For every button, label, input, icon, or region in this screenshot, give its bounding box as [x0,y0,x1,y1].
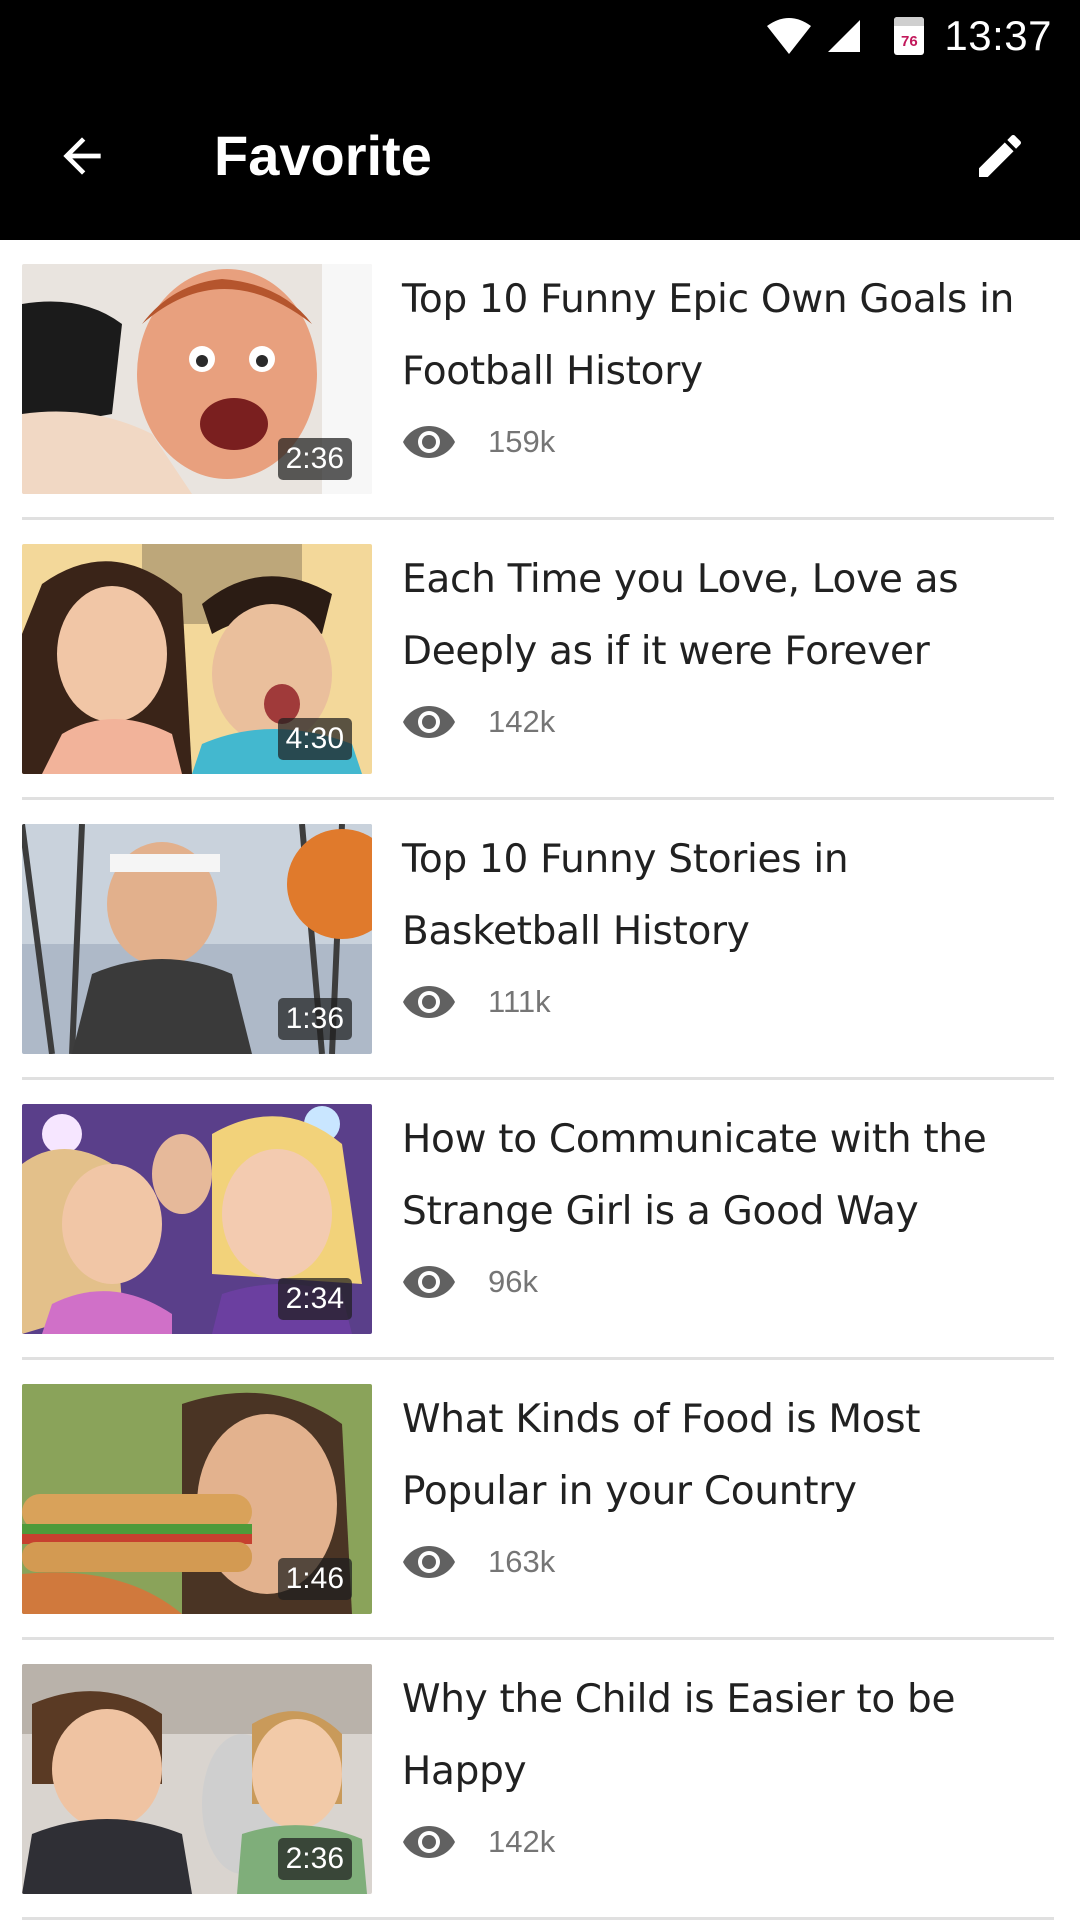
view-count: 96k [402,1262,538,1302]
views-count: 142k [488,704,556,739]
views-count: 111k [488,984,551,1019]
video-title[interactable]: Each Time you Love, Love as Deeply as if… [402,544,1054,688]
video-duration: 2:36 [277,1838,352,1880]
views-count: 159k [488,424,556,459]
video-title[interactable]: Top 10 Funny Epic Own Goals in Football … [402,264,1054,408]
calendar-day: 76 [901,33,918,50]
video-thumbnail[interactable]: 2:34 [22,1104,372,1334]
view-count: 111k [402,982,551,1022]
calendar-icon: 76 [894,17,925,55]
video-title[interactable]: Top 10 Funny Stories in Basketball Histo… [402,824,1054,968]
video-thumbnail[interactable]: 2:36 [22,264,372,494]
eye-icon [403,426,455,458]
video-title[interactable]: What Kinds of Food is Most Popular in yo… [402,1384,1054,1528]
views-count: 96k [488,1264,538,1299]
video-thumbnail[interactable]: 2:36 [22,1664,372,1894]
video-list-item[interactable]: 2:34 How to Communicate with the Strange… [22,1080,1054,1360]
eye-icon [403,1826,455,1858]
edit-button[interactable] [968,124,1032,188]
video-duration: 4:30 [277,718,352,760]
pencil-icon [979,134,1022,177]
video-thumbnail[interactable]: 4:30 [22,544,372,774]
video-thumbnail[interactable]: 1:36 [22,824,372,1054]
view-count: 142k [402,1822,555,1862]
status-icons: 76 13:37 [766,0,1052,72]
view-count: 163k [402,1542,555,1582]
views-count: 163k [488,1544,556,1579]
video-list-item[interactable]: 1:46 What Kinds of Food is Most Popular … [22,1360,1054,1640]
page-title: Favorite [214,124,432,187]
eye-icon [403,1546,455,1578]
video-list-item[interactable]: 1:36 Top 10 Funny Stories in Basketball … [22,800,1054,1080]
wifi-icon [767,18,812,54]
back-button[interactable] [50,124,114,188]
video-title[interactable]: Why the Child is Easier to be Happy [402,1664,1054,1808]
views-count: 142k [488,1824,556,1859]
video-list-item[interactable]: 4:30 Each Time you Love, Love as Deeply … [22,520,1054,800]
video-thumbnail[interactable]: 1:46 [22,1384,372,1614]
favorite-video-list[interactable]: 2:36 Top 10 Funny Epic Own Goals in Foot… [0,240,1080,1920]
video-list-item[interactable]: 2:36 Why the Child is Easier to be Happy… [22,1640,1054,1920]
video-duration: 1:46 [277,1558,352,1600]
eye-icon [403,1266,455,1298]
status-time: 13:37 [944,12,1052,59]
status-bar: 76 13:37 [0,0,1080,72]
video-duration: 2:34 [277,1278,352,1320]
view-count: 159k [402,422,555,462]
view-count: 142k [402,702,555,742]
app-bar: Favorite [0,72,1080,240]
video-list-item[interactable]: 2:36 Top 10 Funny Epic Own Goals in Foot… [22,240,1054,520]
arrow-back-icon [63,137,101,175]
video-title[interactable]: How to Communicate with the Strange Girl… [402,1104,1054,1248]
video-duration: 2:36 [277,438,352,480]
video-duration: 1:36 [277,998,352,1040]
eye-icon [403,986,455,1018]
signal-icon [828,20,861,52]
eye-icon [403,706,455,738]
